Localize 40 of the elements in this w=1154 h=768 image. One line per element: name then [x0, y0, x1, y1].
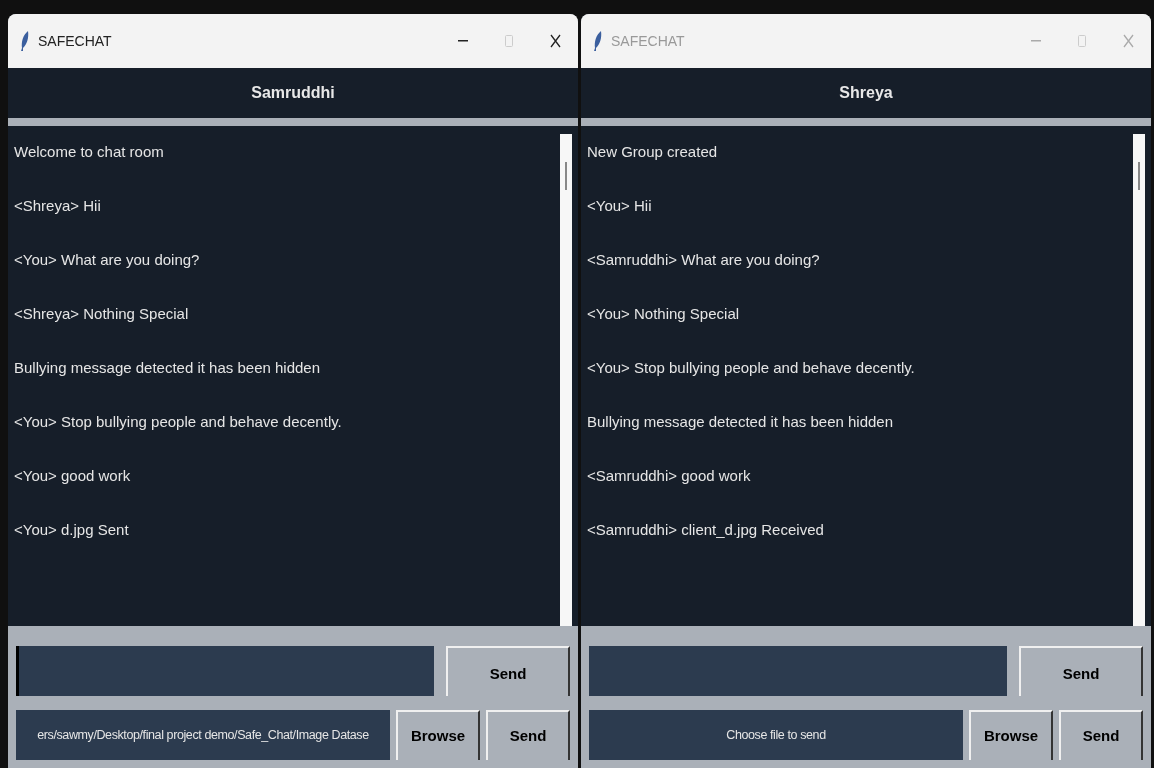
- minimize-icon: [458, 40, 468, 42]
- chat-message: <You> Stop bullying people and behave decently.: [14, 412, 343, 432]
- send-button[interactable]: Send: [446, 646, 570, 696]
- chat-message: <You> What are you doing?: [14, 250, 201, 270]
- close-icon: [1122, 34, 1134, 48]
- chat-message: <Shreya> Nothing Special: [14, 304, 190, 324]
- message-input[interactable]: [589, 646, 1007, 696]
- window-title: SAFECHAT: [611, 31, 685, 51]
- chat-message: <You> d.jpg Sent: [14, 520, 130, 540]
- chat-partner-name: Shreya: [839, 83, 893, 103]
- send-button[interactable]: Send: [1019, 646, 1143, 696]
- chat-partner-name: Samruddhi: [251, 83, 335, 103]
- chat-message: <You> Hii: [587, 196, 653, 216]
- chat-message: <You> Stop bullying people and behave decently.: [587, 358, 916, 378]
- feather-icon: [593, 30, 603, 52]
- chat-message: Welcome to chat room: [14, 142, 165, 162]
- scrollbar[interactable]: [560, 134, 572, 626]
- file-path-field: ers/sawmy/Desktop/final project demo/Safe_Chat/Image Datase: [16, 710, 390, 760]
- chat-message: <Samruddhi> What are you doing?: [587, 250, 821, 270]
- chat-message: <You> good work: [14, 466, 132, 486]
- browse-button[interactable]: Browse: [969, 710, 1053, 760]
- chat-message: <You> Nothing Special: [587, 304, 741, 324]
- window-title: SAFECHAT: [38, 31, 112, 51]
- maximize-icon: [1078, 35, 1086, 47]
- minimize-icon: [1031, 40, 1041, 42]
- maximize-icon: [505, 35, 513, 47]
- message-input[interactable]: [16, 646, 434, 696]
- feather-icon: [20, 30, 30, 52]
- send-file-button[interactable]: Send: [486, 710, 570, 760]
- send-file-button[interactable]: Send: [1059, 710, 1143, 760]
- browse-button[interactable]: Browse: [396, 710, 480, 760]
- file-path-field: Choose file to send: [589, 710, 963, 760]
- scrollbar[interactable]: [1133, 134, 1145, 626]
- chat-message: Bullying message detected it has been hidden: [14, 358, 322, 378]
- chat-message: <Shreya> Hii: [14, 196, 102, 216]
- close-icon: [549, 34, 561, 48]
- chat-message: New Group created: [587, 142, 719, 162]
- chat-message: <Samruddhi> good work: [587, 466, 752, 486]
- chat-message: <Samruddhi> client_d.jpg Received: [587, 520, 825, 540]
- chat-message: Bullying message detected it has been hidden: [587, 412, 895, 432]
